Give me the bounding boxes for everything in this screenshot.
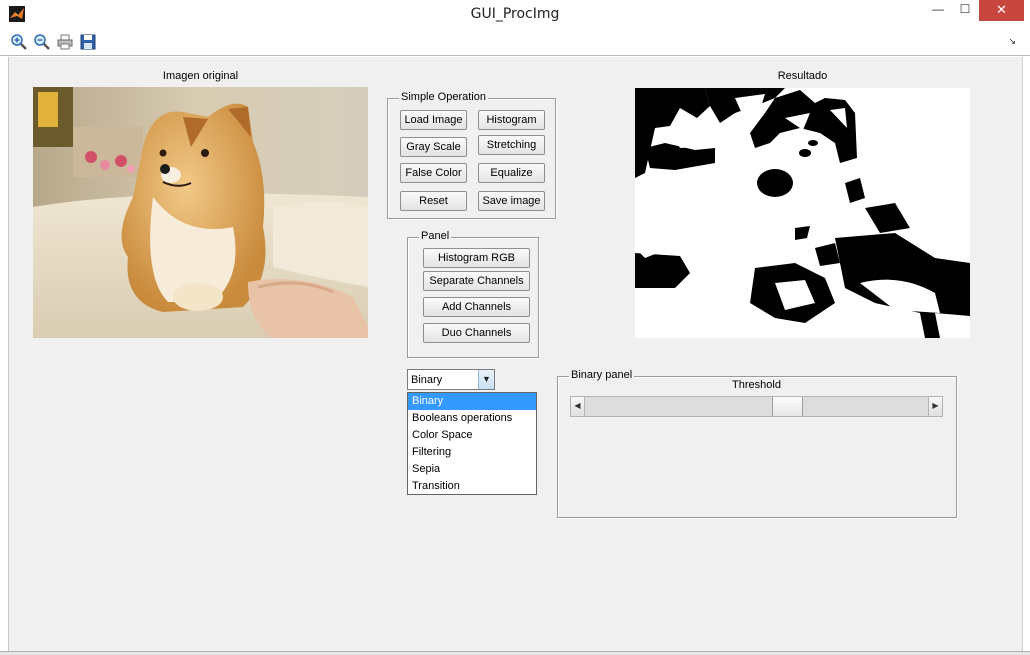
save-image-button[interactable]: Save image xyxy=(478,191,545,211)
operation-select[interactable]: Binary ▼ xyxy=(407,369,495,390)
equalize-button[interactable]: Equalize xyxy=(478,163,545,183)
operation-option[interactable]: Binary xyxy=(408,393,536,410)
load-image-button[interactable]: Load Image xyxy=(400,110,467,130)
operation-option[interactable]: Sepia xyxy=(408,461,536,478)
panel-title: Panel xyxy=(419,230,452,242)
slider-left-arrow-icon[interactable]: ◀ xyxy=(571,397,585,416)
operation-options-list: Binary Booleans operations Color Space Filt… xyxy=(407,392,537,495)
close-button[interactable]: ✕ xyxy=(979,0,1024,21)
false-color-button[interactable]: False Color xyxy=(400,163,467,183)
minimize-button[interactable]: — xyxy=(925,0,951,21)
add-channels-button[interactable]: Add Channels xyxy=(423,297,530,317)
operation-option[interactable]: Transition xyxy=(408,478,536,495)
result-image xyxy=(635,88,970,338)
operation-option[interactable]: Booleans operations xyxy=(408,410,536,427)
histogram-button[interactable]: Histogram xyxy=(478,110,545,130)
window-title: GUI_ProcImg xyxy=(470,6,560,22)
zoom-in-icon[interactable] xyxy=(10,33,28,51)
threshold-label: Threshold xyxy=(732,379,781,391)
gray-scale-button[interactable]: Gray Scale xyxy=(400,137,467,157)
result-image-label: Resultado xyxy=(777,70,828,82)
histogram-rgb-button[interactable]: Histogram RGB xyxy=(423,248,530,268)
zoom-out-icon[interactable] xyxy=(33,33,51,51)
operation-select-value: Binary xyxy=(411,374,443,386)
window-edge xyxy=(1022,57,1030,651)
operation-option[interactable]: Filtering xyxy=(408,444,536,461)
original-image xyxy=(33,87,368,338)
original-image-label: Imagen original xyxy=(162,70,239,82)
threshold-slider[interactable]: ◀ ▶ xyxy=(570,396,943,417)
operation-option[interactable]: Color Space xyxy=(408,427,536,444)
chevron-down-icon[interactable]: ▼ xyxy=(478,370,494,389)
app-window: GUI_ProcImg — ☐ ✕ ↘ Imagen original Resu… xyxy=(0,0,1030,655)
maximize-button[interactable]: ☐ xyxy=(952,0,978,21)
print-icon[interactable] xyxy=(56,33,74,51)
window-bottom-edge xyxy=(0,651,1030,655)
stretching-button[interactable]: Stretching xyxy=(478,135,545,155)
slider-thumb[interactable] xyxy=(772,397,803,416)
toolbar: ↘ xyxy=(0,30,1030,56)
separate-channels-button[interactable]: Separate Channels xyxy=(423,271,530,291)
title-bar: GUI_ProcImg — ☐ ✕ xyxy=(0,0,1030,30)
save-icon[interactable] xyxy=(79,33,97,51)
slider-right-arrow-icon[interactable]: ▶ xyxy=(928,397,942,416)
simple-operation-title: Simple Operation xyxy=(399,91,488,103)
dock-arrow-icon[interactable]: ↘ xyxy=(1008,36,1016,47)
duo-channels-button[interactable]: Duo Channels xyxy=(423,323,530,343)
reset-button[interactable]: Reset xyxy=(400,191,467,211)
